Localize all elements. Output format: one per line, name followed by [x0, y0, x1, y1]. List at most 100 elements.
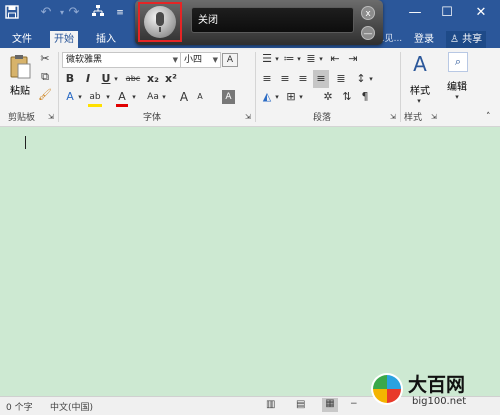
distributed-icon[interactable]: ≣	[334, 72, 348, 86]
separator	[255, 52, 256, 122]
copy-icon[interactable]: ⧉	[38, 70, 52, 84]
highlight-button[interactable]: ab	[88, 90, 102, 107]
word-count[interactable]: 0 个字	[6, 400, 33, 413]
maximize-button[interactable]: ☐	[436, 4, 458, 22]
chevron-down-icon[interactable]: ▾	[452, 90, 462, 104]
person-icon: ♙	[450, 34, 459, 45]
separator	[400, 52, 401, 122]
superscript-button[interactable]: x²	[164, 72, 178, 86]
chevron-down-icon[interactable]: ▾	[414, 94, 424, 108]
chevron-down-icon[interactable]: ▾	[76, 90, 84, 104]
paste-icon[interactable]	[8, 54, 32, 79]
chevron-down-icon[interactable]: ▾	[112, 72, 120, 86]
chevron-down-icon[interactable]: ▾	[298, 90, 304, 104]
font-format-icon[interactable]: A	[222, 53, 238, 67]
tab-home[interactable]: 开始	[50, 31, 78, 48]
close-button[interactable]: ✕	[470, 4, 492, 22]
text-cursor	[25, 136, 26, 149]
numbering-icon[interactable]: ≔	[282, 52, 296, 66]
chevron-down-icon[interactable]: ▾	[318, 52, 324, 66]
text-effects-button[interactable]: A	[64, 90, 76, 104]
watermark-title: 大百网	[408, 374, 466, 396]
format-painter-icon[interactable]: 🖌	[38, 88, 52, 102]
paste-label[interactable]: 粘贴	[10, 82, 30, 97]
share-button[interactable]: ♙ 共享	[446, 31, 487, 48]
line-spacing-icon[interactable]: ↕	[354, 72, 368, 86]
tree-icon[interactable]	[90, 5, 106, 21]
borders-icon[interactable]: ⊞	[284, 90, 298, 104]
font-size-value: 小四	[184, 55, 203, 65]
sort-icon[interactable]: ⇅	[340, 90, 354, 104]
chevron-down-icon[interactable]: ▾	[274, 52, 280, 66]
grow-font-button[interactable]: A	[178, 90, 190, 104]
restore-down-button[interactable]: —	[404, 4, 426, 22]
chevron-down-icon: ▼	[212, 56, 218, 64]
zoom-out-icon[interactable]: −	[350, 399, 358, 409]
collapse-ribbon-icon[interactable]: ˄	[486, 110, 491, 124]
login-link[interactable]: 登录	[410, 31, 438, 48]
chevron-down-icon[interactable]: ▾	[130, 90, 138, 104]
character-shading-button[interactable]: A	[222, 90, 235, 104]
tab-insert[interactable]: 插入	[92, 31, 120, 48]
chevron-down-icon[interactable]: ▾	[274, 90, 280, 104]
styles-launcher-icon[interactable]: ⇲	[431, 110, 437, 124]
shrink-font-button[interactable]: A	[194, 90, 206, 104]
speech-close-button[interactable]: x	[361, 6, 375, 20]
italic-button[interactable]: I	[82, 72, 94, 86]
document-area[interactable]	[0, 127, 500, 396]
chevron-down-icon[interactable]: ▾	[296, 52, 302, 66]
clipboard-group-label: 剪贴板	[8, 113, 36, 123]
chevron-down-icon[interactable]: ▾	[160, 90, 168, 104]
align-left-icon[interactable]: ≡	[260, 72, 274, 86]
styles-icon[interactable]: A	[408, 52, 432, 76]
microphone-button[interactable]	[138, 2, 182, 42]
shading-icon[interactable]: ◭	[260, 90, 274, 104]
microphone-icon	[144, 6, 176, 38]
speech-recognition-bar: 关闭 x —	[135, 0, 383, 45]
language-indicator[interactable]: 中文(中国)	[50, 400, 93, 413]
increase-indent-icon[interactable]: ⇥	[346, 52, 360, 66]
speech-status: 关闭	[191, 7, 354, 33]
speech-minimize-button[interactable]: —	[361, 26, 375, 40]
print-layout-icon[interactable]: ▤	[296, 399, 305, 410]
font-name-value: 微软雅黑	[66, 55, 103, 65]
multilevel-list-icon[interactable]: ≣	[304, 52, 318, 66]
web-layout-icon[interactable]: ▦	[322, 398, 338, 412]
decrease-indent-icon[interactable]: ⇤	[328, 52, 342, 66]
undo-icon[interactable]: ↶	[38, 5, 54, 21]
justify-icon[interactable]: ≡	[313, 70, 329, 88]
chinese-layout-icon[interactable]: ✲	[320, 90, 336, 104]
tab-file[interactable]: 文件	[8, 31, 36, 48]
logo-icon	[371, 373, 403, 405]
separator	[58, 52, 59, 122]
paragraph-group-label: 段落	[313, 113, 332, 123]
share-label: 共享	[462, 34, 483, 45]
ribbon: 粘贴 ✂ ⧉ 🖌 剪贴板 ⇲ 微软雅黑 ▼ 小四 ▼ A B I U ▾ abc…	[0, 48, 500, 127]
show-marks-icon[interactable]: ¶	[358, 90, 372, 104]
subscript-button[interactable]: x₂	[146, 72, 160, 86]
find-icon[interactable]: ⌕	[448, 52, 468, 72]
align-right-icon[interactable]: ≡	[296, 72, 310, 86]
watermark: 大百网 big100.net	[366, 368, 496, 412]
font-color-button[interactable]: A	[116, 90, 128, 107]
more-icon[interactable]: ≡	[112, 5, 128, 21]
bullets-icon[interactable]: ☰	[260, 52, 274, 66]
bold-button[interactable]: B	[64, 72, 76, 86]
watermark-url: big100.net	[412, 396, 467, 407]
font-name-select[interactable]: 微软雅黑 ▼	[62, 52, 181, 68]
redo-icon[interactable]: ↷	[66, 5, 82, 21]
align-center-icon[interactable]: ≡	[278, 72, 292, 86]
font-size-select[interactable]: 小四 ▼	[180, 52, 221, 68]
read-mode-icon[interactable]: ▥	[266, 399, 275, 410]
style-group-label: 样式	[404, 113, 423, 123]
chevron-down-icon[interactable]: ▾	[368, 72, 374, 86]
paragraph-launcher-icon[interactable]: ⇲	[390, 110, 396, 124]
underline-button[interactable]: U	[100, 72, 112, 86]
chevron-down-icon[interactable]: ▾	[104, 90, 112, 104]
cut-icon[interactable]: ✂	[38, 52, 52, 66]
clipboard-launcher-icon[interactable]: ⇲	[48, 110, 54, 124]
strikethrough-button[interactable]: abc	[124, 72, 142, 86]
chevron-down-icon: ▼	[172, 56, 178, 64]
save-icon[interactable]	[4, 5, 20, 21]
font-launcher-icon[interactable]: ⇲	[245, 110, 251, 124]
